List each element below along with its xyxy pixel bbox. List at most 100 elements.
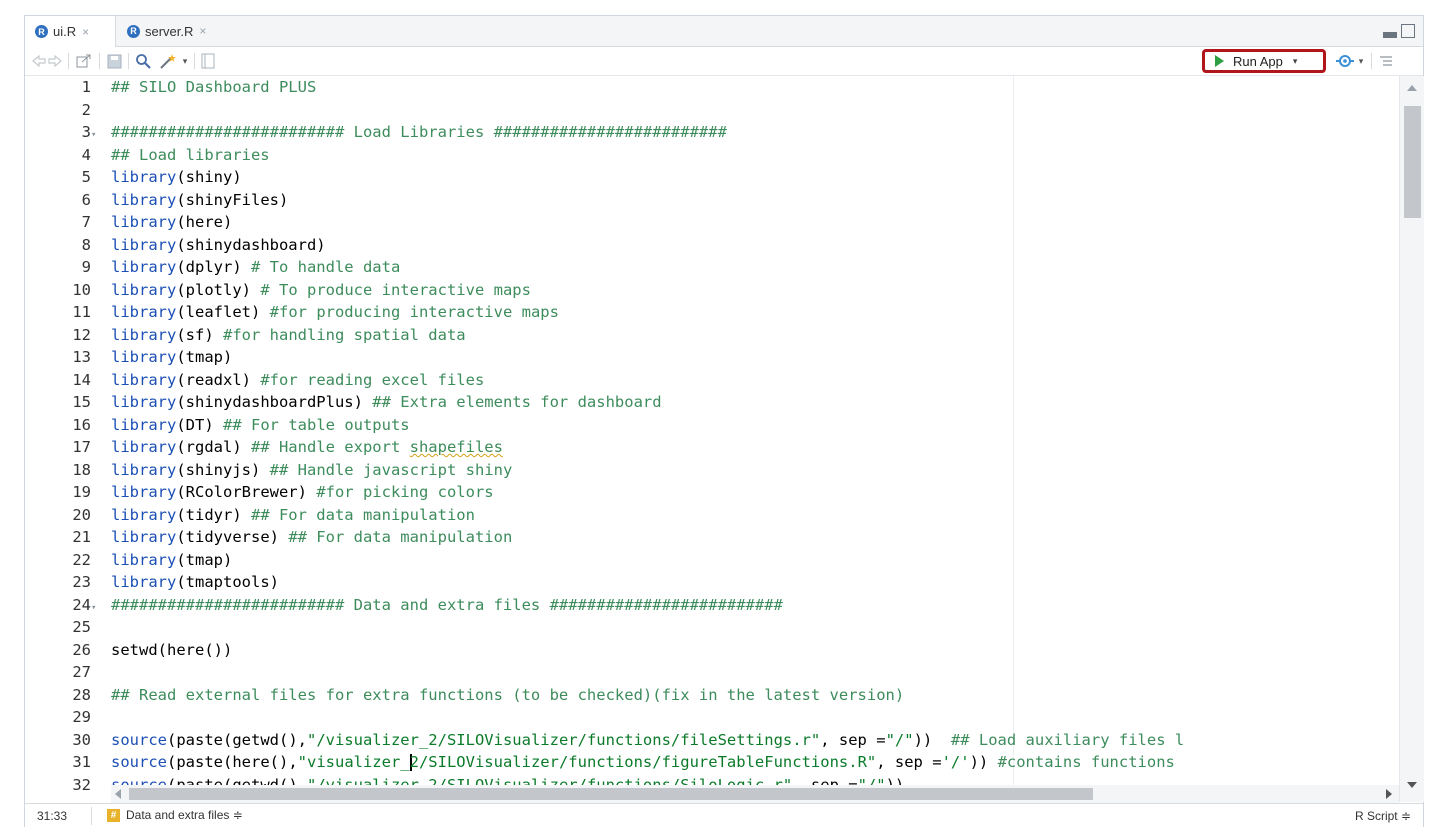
code-line[interactable]: source(paste(here(),"visualizer_2/SILOVi… — [111, 751, 1396, 774]
chevron-down-icon[interactable]: ▾ — [1356, 52, 1366, 70]
save-icon[interactable] — [105, 52, 123, 70]
code-line[interactable] — [111, 616, 1396, 639]
line-number-text: 14 — [72, 370, 91, 389]
tab-ui-r[interactable]: R ui.R × — [25, 16, 116, 47]
code-token: library — [111, 483, 177, 501]
scroll-up-icon[interactable] — [1407, 85, 1417, 91]
horizontal-scroll-thumb[interactable] — [129, 788, 1093, 800]
back-arrow-icon[interactable] — [31, 52, 47, 70]
maximize-pane-button[interactable] — [1401, 24, 1415, 38]
play-icon — [1215, 55, 1224, 67]
code-line[interactable]: library(tidyverse) ## For data manipulat… — [111, 526, 1396, 549]
line-number-text: 12 — [72, 325, 91, 344]
run-app-button[interactable]: Run App ▾ — [1202, 49, 1326, 73]
code-token: source — [111, 730, 167, 749]
code-line[interactable] — [111, 706, 1396, 729]
code-token: (RColorBrewer) — [176, 483, 317, 501]
code-line[interactable]: source(paste(getwd(),"/visualizer_2/SILO… — [111, 729, 1396, 752]
code-line[interactable]: ## Load libraries — [111, 144, 1396, 167]
code-token: ## Handle javascript shiny — [269, 460, 513, 479]
scroll-left-icon[interactable] — [115, 789, 121, 799]
code-line[interactable]: library(leaflet) #for producing interact… — [111, 301, 1396, 324]
line-number: 2 — [25, 99, 105, 122]
scroll-right-icon[interactable] — [1386, 789, 1392, 799]
code-line[interactable] — [111, 99, 1396, 122]
code-line[interactable]: library(tmap) — [111, 549, 1396, 572]
code-editor[interactable]: 1 2 3▾ 4 5 6 7 8 9 10 11 12 13 14 15 16 17 18 19 20 21 22 23 24… — [25, 76, 1423, 800]
code-line[interactable]: ## Read external files for extra functio… — [111, 684, 1396, 707]
code-line[interactable]: library(shiny) — [111, 166, 1396, 189]
code-line[interactable]: library(DT) ## For table outputs — [111, 414, 1396, 437]
code-token: "/" — [885, 730, 914, 749]
code-tools-wand-icon[interactable] — [158, 52, 180, 70]
code-token: #contains functions — [997, 753, 1175, 771]
status-bar: 31:33 # Data and extra files ≑ R Script … — [25, 803, 1423, 828]
compile-report-icon[interactable] — [199, 52, 217, 70]
code-token: library — [111, 258, 177, 276]
code-line[interactable]: library(shinydashboard) — [111, 234, 1396, 257]
line-number: 30 — [25, 729, 105, 752]
vertical-scrollbar[interactable] — [1399, 76, 1424, 802]
code-line[interactable]: library(here) — [111, 211, 1396, 234]
code-line[interactable]: ######################### Data and extra… — [111, 594, 1396, 617]
code-line[interactable]: library(tmaptools) — [111, 571, 1396, 594]
horizontal-scrollbar[interactable] — [111, 785, 1399, 803]
line-number-text: 7 — [81, 213, 91, 231]
code-token: "/visualizer_2/SILOVisualizer/functions/… — [306, 730, 821, 749]
file-type-selector[interactable]: R Script ≑ — [1355, 809, 1411, 823]
code-token: #for reading excel files — [260, 370, 485, 389]
cursor-position: 31:33 — [37, 809, 68, 823]
code-line[interactable]: setwd(here()) — [111, 639, 1396, 662]
code-line[interactable]: library(rgdal) ## Handle export shapefil… — [111, 436, 1396, 459]
publish-icon[interactable] — [1334, 52, 1356, 70]
show-in-window-icon[interactable] — [75, 52, 93, 70]
code-line[interactable]: library(tidyr) ## For data manipulation — [111, 504, 1396, 527]
code-token: library — [111, 348, 177, 366]
search-icon[interactable] — [134, 52, 152, 70]
code-line[interactable]: library(plotly) # To produce interactive… — [111, 279, 1396, 302]
code-line[interactable]: library(shinydashboardPlus) ## Extra ele… — [111, 391, 1396, 414]
code-line[interactable]: library(shinyFiles) — [111, 189, 1396, 212]
section-navigator[interactable]: # Data and extra files ≑ — [107, 808, 243, 822]
code-line[interactable] — [111, 661, 1396, 684]
code-token: library — [111, 415, 177, 434]
line-number: 28 — [25, 684, 105, 707]
code-token: ## Load libraries — [111, 145, 270, 164]
close-icon[interactable]: × — [199, 24, 206, 38]
scroll-down-icon[interactable] — [1407, 782, 1417, 788]
code-token: # To handle data — [250, 258, 401, 276]
code-line[interactable]: library(shinyjs) ## Handle javascript sh… — [111, 459, 1396, 482]
code-line[interactable]: library(tmap) — [111, 346, 1396, 369]
line-number-text: 3 — [81, 123, 91, 141]
chevron-down-icon[interactable]: ▾ — [180, 52, 190, 70]
code-line[interactable]: ## SILO Dashboard PLUS — [111, 76, 1396, 99]
code-area[interactable]: ## SILO Dashboard PLUS #################… — [111, 76, 1396, 800]
code-token: (shinyFiles) — [176, 190, 289, 209]
code-token: #for handling spatial data — [223, 325, 466, 344]
line-number: 22 — [25, 549, 105, 572]
tab-server-r[interactable]: R server.R × — [117, 16, 232, 46]
code-token: (paste(getwd(), — [167, 730, 307, 749]
close-icon[interactable]: × — [82, 25, 89, 39]
line-number-text: 17 — [72, 438, 91, 456]
code-line[interactable]: library(dplyr) # To handle data — [111, 256, 1396, 279]
minimize-pane-button[interactable] — [1383, 31, 1397, 38]
chevron-down-icon[interactable]: ▾ — [1293, 56, 1298, 67]
forward-arrow-icon[interactable] — [47, 52, 63, 70]
line-number-text: 6 — [81, 190, 91, 209]
r-file-icon: R — [35, 25, 48, 38]
line-number: 27 — [25, 661, 105, 684]
code-line[interactable]: library(sf) #for handling spatial data — [111, 324, 1396, 347]
code-token: (paste(here(), — [167, 753, 298, 771]
code-token: library — [111, 460, 177, 479]
source-editor-pane: R ui.R × R server.R × ▾ Run App ▾ ▾ 1 2 … — [24, 15, 1424, 828]
vertical-scroll-thumb[interactable] — [1404, 106, 1421, 218]
code-line[interactable]: library(RColorBrewer) #for picking color… — [111, 481, 1396, 504]
code-line[interactable]: library(readxl) #for reading excel files — [111, 369, 1396, 392]
code-line[interactable]: ######################### Load Libraries… — [111, 121, 1396, 144]
line-number: 7 — [25, 211, 105, 234]
code-token: (DT) — [176, 415, 223, 434]
code-token: shapefiles — [409, 438, 503, 456]
code-token: ## SILO Dashboard PLUS — [111, 78, 317, 96]
document-outline-icon[interactable] — [1377, 52, 1395, 70]
